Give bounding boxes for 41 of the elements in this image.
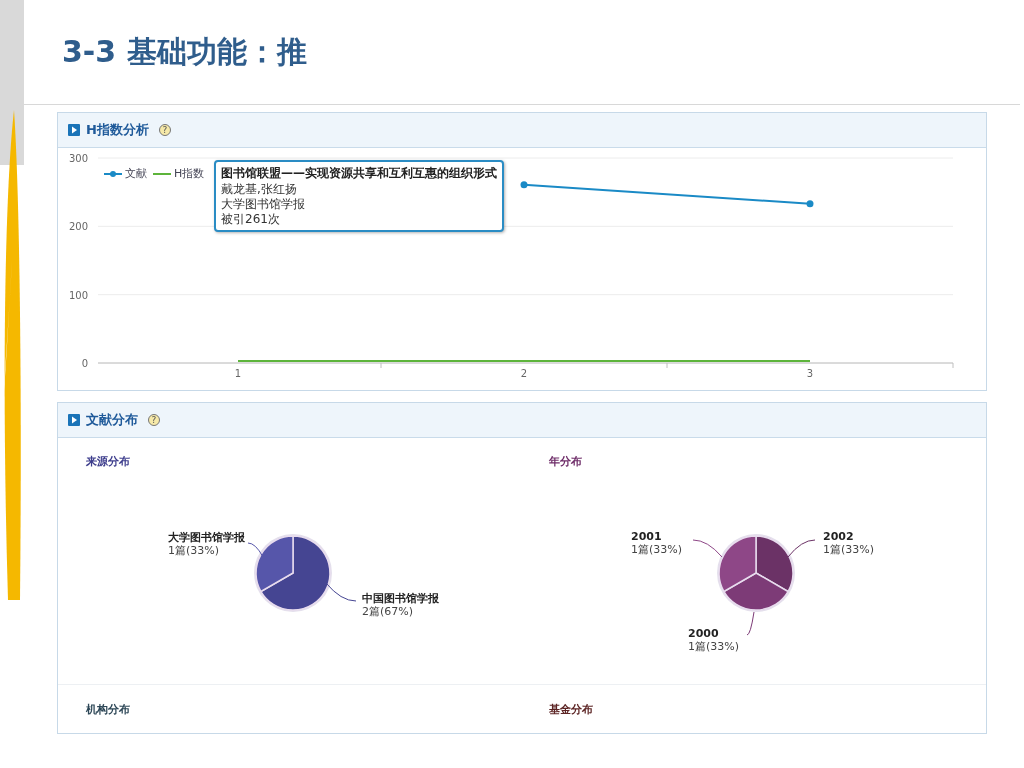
- axis-tick-label: 0: [81, 358, 88, 369]
- slice-label: 大学图书馆学报: [168, 531, 245, 544]
- play-icon: [68, 414, 80, 426]
- data-point: [520, 181, 528, 189]
- section-title: 基金分布: [549, 702, 593, 717]
- play-icon: [68, 124, 80, 136]
- axis-tick-label: 1: [234, 368, 242, 379]
- leader-line: [247, 542, 264, 558]
- help-icon[interactable]: ?: [148, 414, 160, 426]
- slice-value: 1篇(33%): [631, 543, 683, 556]
- leader-line: [787, 539, 816, 558]
- leader-line: [692, 539, 723, 558]
- slide-title: 3-3 基础功能：推: [62, 32, 307, 71]
- leader-line: [746, 611, 755, 636]
- axis-tick-label: 2: [520, 368, 528, 379]
- section-title: 机构分布: [86, 702, 130, 717]
- tooltip-title: 图书馆联盟——实现资源共享和互利互惠的组织形式: [221, 165, 497, 182]
- legend-item[interactable]: H指数: [153, 166, 205, 181]
- axis-tick-label: 200: [68, 221, 88, 233]
- axis-tick-label: 100: [68, 289, 88, 301]
- data-point: [806, 200, 814, 208]
- slice-label: 中国图书馆学报: [362, 592, 439, 605]
- legend-item[interactable]: 文献: [104, 166, 147, 181]
- slice-label: 2000: [688, 627, 719, 640]
- tooltip-text: 被引261次: [221, 212, 281, 227]
- help-icon[interactable]: ?: [158, 124, 171, 136]
- axis-tick-label: 3: [806, 368, 814, 379]
- leader-line: [325, 582, 357, 602]
- tooltip-text: 戴龙基,张红扬: [221, 182, 298, 197]
- slice-value: 1篇(33%): [823, 543, 875, 556]
- panel-title: 文献分布: [86, 411, 138, 429]
- section-title: 年分布: [549, 454, 582, 469]
- panel-title: H指数分析: [86, 121, 149, 139]
- slice-value: 1篇(33%): [688, 640, 740, 653]
- slice-label: 2002: [823, 530, 854, 543]
- slice-value: 1篇(33%): [168, 544, 220, 557]
- slice-value: 2篇(67%): [362, 605, 414, 618]
- axis-tick-label: 300: [68, 153, 88, 164]
- section-title: 来源分布: [86, 454, 130, 469]
- slice-label: 2001: [631, 530, 662, 543]
- tooltip-text: 大学图书馆学报: [221, 197, 306, 212]
